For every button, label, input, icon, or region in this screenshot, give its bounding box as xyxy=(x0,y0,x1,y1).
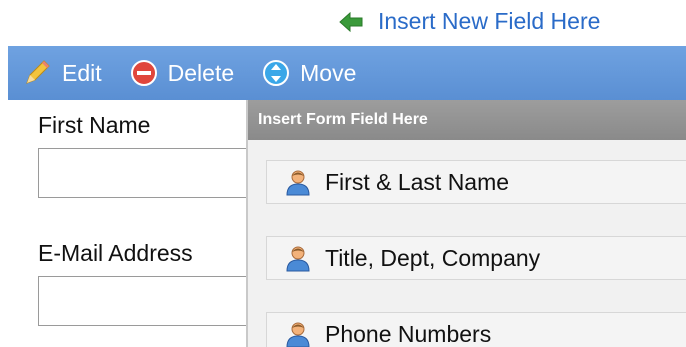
person-icon xyxy=(286,170,310,196)
delete-label: Delete xyxy=(167,59,235,86)
panel-item-label: First & Last Name xyxy=(325,168,510,195)
person-icon xyxy=(286,322,310,347)
edit-button[interactable]: Edit xyxy=(22,58,102,88)
insert-title-dept-company-item[interactable]: Title, Dept, Company xyxy=(266,236,686,280)
field-toolbar: Edit Delete Move xyxy=(8,46,686,100)
delete-button[interactable]: Delete xyxy=(130,59,234,87)
first-name-label: First Name xyxy=(38,112,151,138)
panel-item-label: Phone Numbers xyxy=(325,320,492,347)
move-icon xyxy=(263,60,290,86)
insert-form-field-panel: Insert Form Field Here First & Last Name… xyxy=(246,100,686,347)
panel-item-label: Title, Dept, Company xyxy=(325,244,541,271)
insert-first-last-name-item[interactable]: First & Last Name xyxy=(266,160,686,204)
move-label: Move xyxy=(300,59,357,86)
person-icon xyxy=(286,246,310,272)
pencil-icon xyxy=(26,60,50,84)
insert-new-field-link[interactable]: Insert New Field Here xyxy=(338,8,600,35)
move-button[interactable]: Move xyxy=(262,59,356,87)
edit-label: Edit xyxy=(62,59,102,86)
arrow-left-icon xyxy=(339,11,363,32)
insert-new-field-label: Insert New Field Here xyxy=(378,8,601,34)
panel-header: Insert Form Field Here xyxy=(248,100,686,140)
delete-icon xyxy=(130,60,157,86)
email-address-label: E-Mail Address xyxy=(38,240,193,266)
insert-phone-numbers-item[interactable]: Phone Numbers xyxy=(266,312,686,347)
